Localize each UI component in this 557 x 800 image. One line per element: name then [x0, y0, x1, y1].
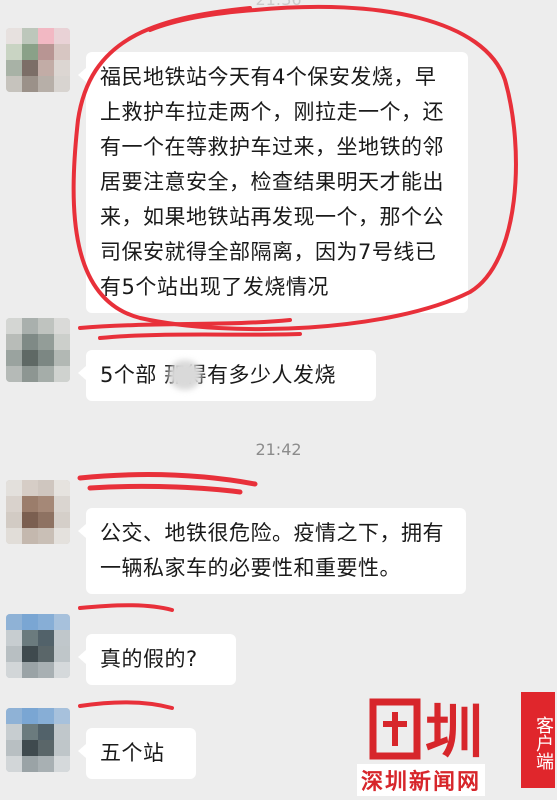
watermark: 圳 深圳新闻网 客户端 [357, 690, 557, 800]
message-text: 福民地铁站今天有4个保安发烧，早上救护车拉走两个，刚拉走一个，还有一个在等救护车… [100, 65, 444, 299]
red-strike-annotation [78, 603, 174, 612]
message-text: 5个部 那得有多少人发烧 [100, 363, 337, 387]
site-name: 深圳新闻网 [357, 764, 486, 796]
avatar[interactable] [6, 614, 70, 678]
avatar[interactable] [6, 318, 70, 382]
message-text: 公交、地铁很危险。疫情之下，拥有一辆私家车的必要性和重要性。 [100, 521, 444, 580]
sender-name [86, 324, 266, 344]
client-label: 客户端 [521, 692, 555, 788]
message-bubble[interactable]: 五个站 [78, 728, 196, 779]
avatar[interactable] [6, 708, 70, 772]
sender-name [86, 484, 226, 504]
logo-text: 圳 [425, 698, 483, 764]
message-bubble[interactable]: 公交、地铁很危险。疫情之下，拥有一辆私家车的必要性和重要性。 [78, 508, 466, 594]
message-text: 真的假的? [100, 647, 198, 671]
chat-timestamp: 21:42 [255, 440, 302, 459]
message-bubble[interactable]: 福民地铁站今天有4个保安发烧，早上救护车拉走两个，刚拉走一个，还有一个在等救护车… [78, 52, 468, 313]
top-timestamp: 21:36 [0, 0, 557, 9]
red-strike-annotation [78, 700, 174, 710]
avatar[interactable] [6, 480, 70, 544]
site-logo: 圳 [369, 698, 483, 764]
avatar[interactable] [6, 28, 70, 92]
message-bubble[interactable]: 5个部 那得有多少人发烧 [78, 350, 376, 401]
message-text: 五个站 [100, 741, 165, 765]
redaction-blur [168, 360, 202, 390]
message-bubble[interactable]: 真的假的? [78, 634, 236, 685]
